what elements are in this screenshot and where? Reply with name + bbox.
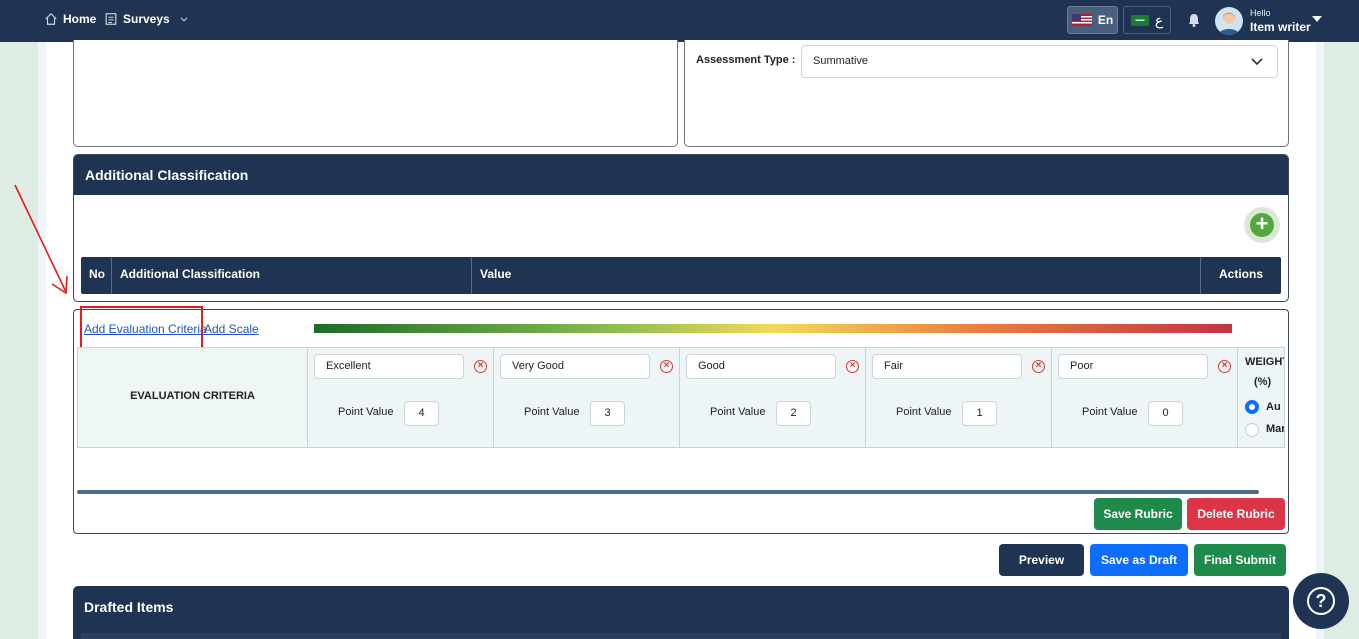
scale-gradient-bar [314, 324, 1232, 333]
plus-icon: + [1250, 213, 1274, 237]
assessment-type-label: Assessment Type : [696, 54, 796, 66]
lang-ar-label: ع [1154, 11, 1164, 28]
lang-ar-button[interactable]: ع [1123, 6, 1171, 34]
column-header: Value [472, 257, 1201, 294]
question-icon: ? [1307, 587, 1335, 615]
bell-icon[interactable] [1186, 12, 1202, 28]
save-rubric-button[interactable]: Save Rubric [1094, 498, 1182, 530]
column-header: Actions [1218, 267, 1263, 281]
delete-rubric-button[interactable]: Delete Rubric [1187, 498, 1285, 530]
point-value-label: Point Value [338, 406, 394, 418]
preview-button[interactable]: Preview [999, 544, 1084, 576]
horizontal-scrollbar[interactable] [77, 490, 1259, 494]
info-box-left [73, 40, 678, 147]
sa-flag-icon [1130, 14, 1149, 26]
scale-name-input[interactable]: Poor [1058, 354, 1208, 379]
scale-column: Fair × Point Value 1 [866, 348, 1052, 447]
scale-column: Excellent × Point Value 4 [308, 348, 494, 447]
lang-en-button[interactable]: En [1067, 6, 1118, 34]
point-value-label: Point Value [896, 406, 952, 418]
classification-table-header: No Additional Classification Value Actio… [81, 257, 1281, 294]
weight-header: WEIGHT [1245, 356, 1285, 368]
add-classification-button[interactable]: + [1244, 207, 1280, 243]
weight-manual-label: Mar [1266, 423, 1285, 435]
point-value-label: Point Value [524, 406, 580, 418]
point-value-label: Point Value [1082, 406, 1138, 418]
remove-circle-icon[interactable]: × [846, 360, 859, 373]
weight-auto-label: Au [1266, 401, 1281, 413]
evaluation-criteria-header: EVALUATION CRITERIA [78, 348, 308, 447]
point-value-input[interactable]: 4 [404, 401, 439, 426]
column-header: Additional Classification [112, 257, 472, 294]
scale-name-input[interactable]: Good [686, 354, 836, 379]
final-submit-button[interactable]: Final Submit [1194, 544, 1286, 576]
home-icon [45, 12, 57, 25]
scale-name-input[interactable]: Fair [872, 354, 1022, 379]
additional-classification-title: Additional Classification [74, 155, 1288, 195]
remove-circle-icon[interactable]: × [1032, 360, 1045, 373]
user-avatar-icon [1219, 12, 1239, 35]
remove-circle-icon[interactable]: × [474, 360, 487, 373]
save-as-draft-button[interactable]: Save as Draft [1090, 544, 1188, 576]
user-avatar[interactable] [1215, 7, 1243, 35]
chevron-down-icon [180, 17, 188, 22]
scale-name-input[interactable]: Excellent [314, 354, 464, 379]
scale-column: Poor × Point Value 0 [1052, 348, 1238, 447]
weight-auto-radio[interactable] [1245, 400, 1259, 414]
point-value-label: Point Value [710, 406, 766, 418]
scale-column: Very Good × Point Value 3 [494, 348, 680, 447]
annotation-highlight-box [80, 306, 203, 349]
us-flag-icon [1071, 14, 1092, 26]
point-value-input[interactable]: 0 [1148, 401, 1183, 426]
scale-column: Good × Point Value 2 [680, 348, 866, 447]
scale-name-input[interactable]: Very Good [500, 354, 650, 379]
nav-home[interactable]: Home [44, 12, 96, 26]
point-value-input[interactable]: 2 [776, 401, 811, 426]
weight-unit: (%) [1254, 376, 1272, 388]
point-value-input[interactable]: 1 [962, 401, 997, 426]
weight-manual-radio[interactable] [1245, 423, 1259, 437]
nav-home-label: Home [63, 12, 97, 26]
remove-circle-icon[interactable]: × [1218, 360, 1231, 373]
top-navbar: Home Surveys En ع Hello Item writer [0, 0, 1359, 42]
weight-column: WEIGHT (%) Au Mar [1238, 348, 1285, 447]
drafted-items-header: Drafted Items [73, 586, 1289, 639]
user-greeting: Hello [1250, 8, 1271, 18]
nav-surveys-label: Surveys [123, 12, 170, 26]
rubric-grid: EVALUATION CRITERIA Excellent × Point Va… [77, 347, 1285, 448]
help-button[interactable]: ? [1293, 573, 1349, 629]
user-menu-caret-icon[interactable] [1312, 16, 1322, 22]
point-value-input[interactable]: 3 [590, 401, 625, 426]
nav-surveys[interactable]: Surveys [104, 12, 189, 26]
assessment-type-value: Summative [813, 55, 869, 67]
drafted-items-table-header [81, 633, 1281, 639]
assessment-type-select[interactable]: Summative [801, 45, 1278, 78]
remove-circle-icon[interactable]: × [660, 360, 673, 373]
chevron-down-icon [1251, 58, 1263, 66]
user-name[interactable]: Item writer [1250, 20, 1311, 34]
add-scale-link[interactable]: Add Scale [204, 322, 259, 336]
survey-icon [105, 13, 117, 25]
lang-en-label: En [1097, 13, 1114, 27]
column-header: No [81, 257, 112, 294]
